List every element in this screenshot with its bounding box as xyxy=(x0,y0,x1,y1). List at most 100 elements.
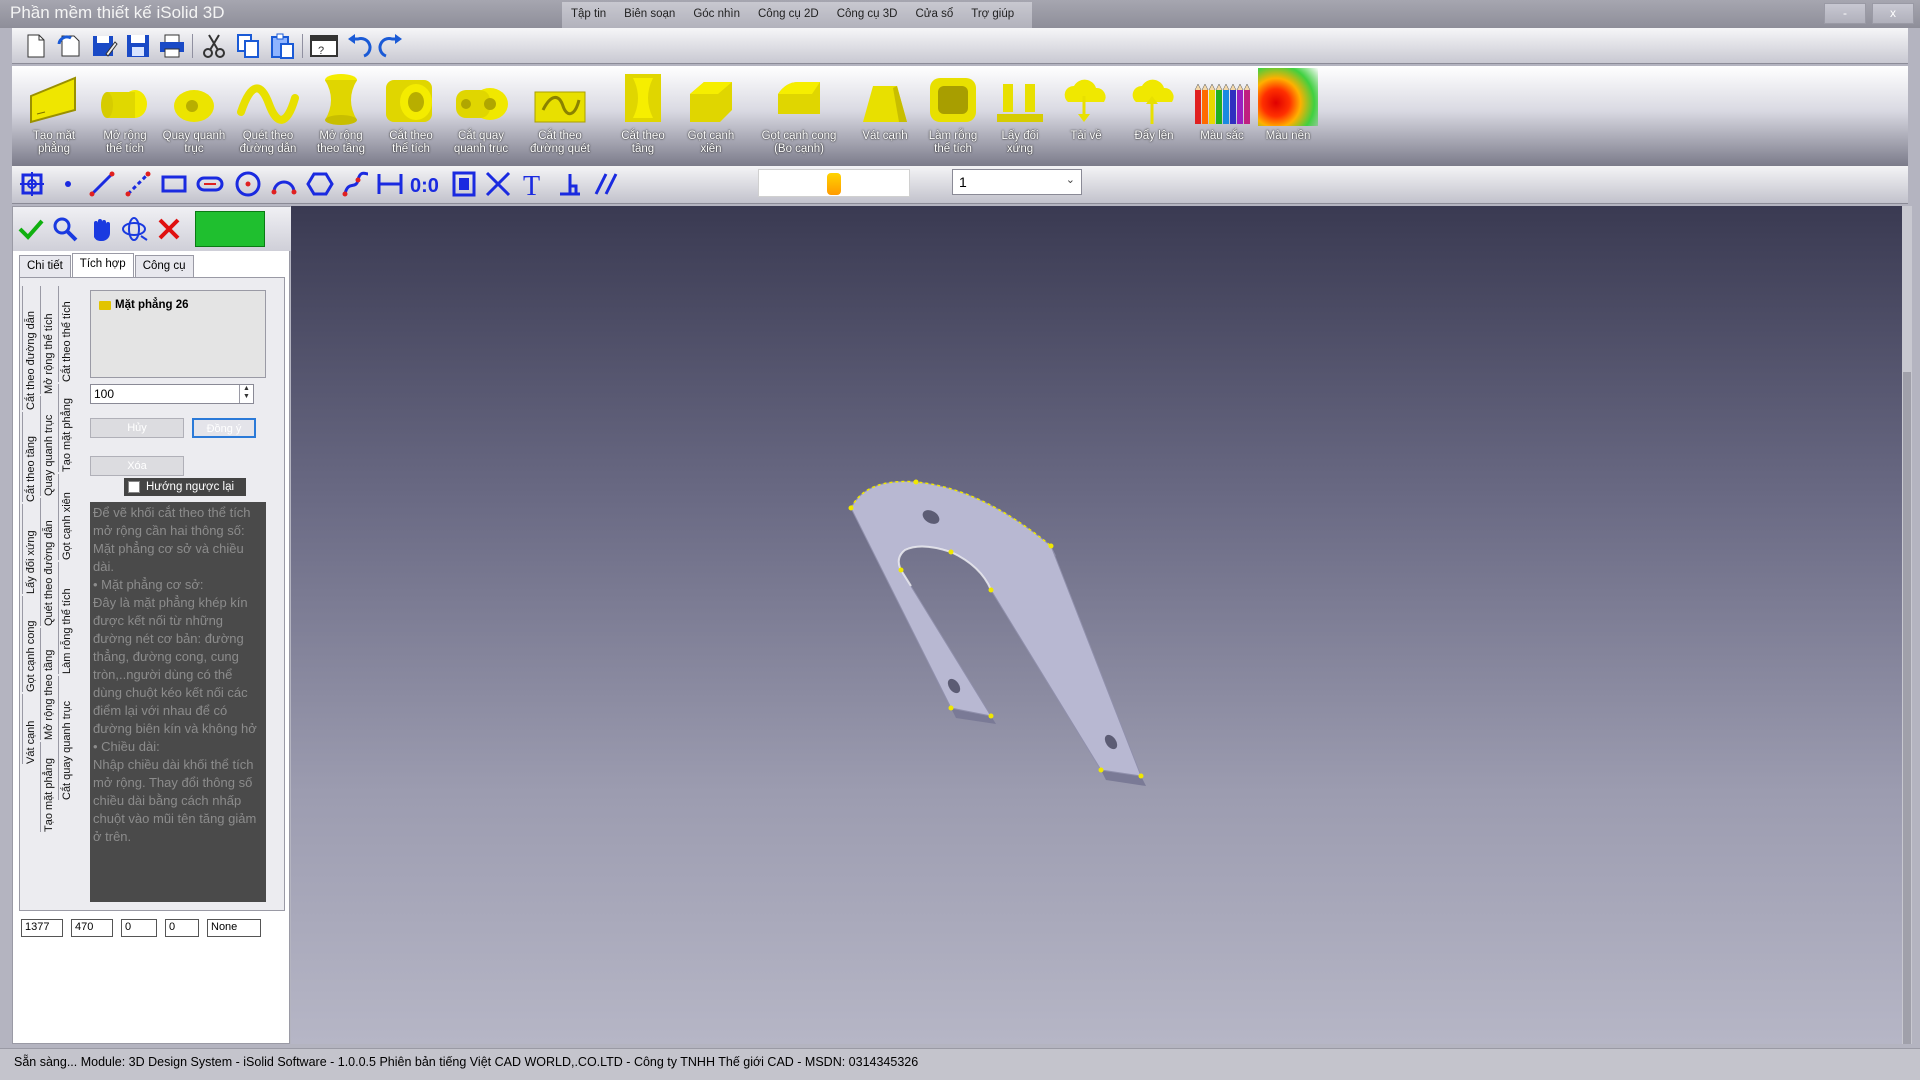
vtab-loft-cut[interactable]: Cắt theo tầng xyxy=(22,412,39,502)
vtab-extrude-cut[interactable]: Cắt theo thể tích xyxy=(58,286,75,382)
vtab-shell[interactable]: Làm rỗng thể tích xyxy=(58,562,75,674)
menu-view[interactable]: Góc nhìn xyxy=(684,2,749,28)
paste-icon[interactable] xyxy=(266,30,298,62)
extrude-cut-button[interactable]: Cắt theo thể tích xyxy=(378,68,444,156)
mirror-button[interactable]: Lấy đối xứng xyxy=(988,68,1052,156)
trim-icon[interactable] xyxy=(484,170,512,198)
vtab-sweep-cut[interactable]: Cắt theo đường dẫn xyxy=(22,286,39,410)
vtab-fillet[interactable]: Gọt cạnh cong xyxy=(22,596,39,692)
shell-button[interactable]: Làm rỗng thể tích xyxy=(920,68,986,156)
undo-icon[interactable] xyxy=(342,30,374,62)
fillet-button[interactable]: Gọt cạnh cong (Bo cạnh) xyxy=(752,68,846,156)
rotate-view-icon[interactable] xyxy=(121,215,149,243)
viewport-scrollbar[interactable] xyxy=(1902,206,1912,1044)
vtab-create-plane-2[interactable]: Tạo mặt phẳng xyxy=(58,384,75,472)
help-window-icon[interactable]: ? xyxy=(308,30,340,62)
menu-edit[interactable]: Biên soạn xyxy=(615,2,684,28)
save-icon[interactable] xyxy=(122,30,154,62)
polygon-icon[interactable] xyxy=(306,170,334,198)
chamfer-icon xyxy=(690,82,732,122)
vtab-mirror[interactable]: Lấy đối xứng xyxy=(22,504,39,594)
coord-z-field[interactable]: 0 xyxy=(121,919,157,937)
open-file-icon[interactable] xyxy=(54,30,86,62)
tab-integrated[interactable]: Tích hợp xyxy=(71,253,134,277)
vtab-extrude[interactable]: Mở rộng thể tích xyxy=(40,286,57,394)
pan-hand-icon[interactable] xyxy=(87,215,115,243)
upload-button[interactable]: Đẩy lên xyxy=(1124,68,1184,143)
minimize-button[interactable]: - xyxy=(1824,3,1866,24)
revolve-button[interactable]: Quay quanh trục xyxy=(158,68,230,156)
coord-w-field[interactable]: 0 xyxy=(165,919,199,937)
active-color-swatch[interactable] xyxy=(195,211,265,247)
layer-select[interactable]: 1 ⌄ xyxy=(952,169,1082,195)
loft-button[interactable]: Mở rộng theo tầng xyxy=(306,68,376,156)
app-window: Phần mềm thiết kế iSolid 3D Tập tin Biên… xyxy=(0,0,1920,1080)
offset-icon[interactable]: 0:0 xyxy=(410,170,438,198)
circle-icon[interactable] xyxy=(234,170,262,198)
vtab-revolve[interactable]: Quay quanh trục xyxy=(40,396,57,496)
new-file-icon[interactable] xyxy=(20,30,52,62)
loft-cut-button[interactable]: Cắt theo tầng xyxy=(612,68,674,156)
vtab-draft[interactable]: Vát cạnh xyxy=(22,694,39,764)
delete-x-icon[interactable] xyxy=(155,215,183,243)
confirm-check-icon[interactable] xyxy=(17,215,45,243)
menu-help[interactable]: Trợ giúp xyxy=(962,2,1023,28)
text-icon[interactable]: T xyxy=(520,170,548,198)
selection-field[interactable]: None xyxy=(207,919,261,937)
reverse-direction-checkbox[interactable]: Hướng ngược lại xyxy=(124,478,246,496)
cancel-button[interactable]: Hủy xyxy=(90,418,184,438)
construction-line-icon[interactable] xyxy=(124,170,152,198)
color-button[interactable]: Màu sắc xyxy=(1192,68,1252,143)
slot-icon[interactable] xyxy=(196,170,224,198)
tab-details[interactable]: Chi tiết xyxy=(19,255,71,277)
coord-x-field[interactable]: 1377 xyxy=(21,919,63,937)
tree-item-plane[interactable]: Mặt phẳng 26 xyxy=(99,299,188,311)
tab-tools[interactable]: Công cụ xyxy=(134,255,194,277)
menu-tools-3d[interactable]: Công cụ 3D xyxy=(828,2,907,28)
close-button[interactable]: x xyxy=(1872,3,1914,24)
extrude-button[interactable]: Mở rộng thể tích xyxy=(94,68,156,156)
select-grid-icon[interactable] xyxy=(18,170,46,198)
vtab-create-plane[interactable]: Tạo mặt phẳng xyxy=(40,742,57,832)
sweep-cut-button[interactable]: Cắt theo đường quét xyxy=(520,68,600,156)
coord-y-field[interactable]: 470 xyxy=(71,919,113,937)
vtab-sweep[interactable]: Quét theo đường dẫn xyxy=(40,498,57,626)
scrollbar-thumb[interactable] xyxy=(1903,372,1911,1044)
menu-file[interactable]: Tập tin xyxy=(562,2,615,28)
cut-icon[interactable] xyxy=(198,30,230,62)
parallel-icon[interactable] xyxy=(592,170,620,198)
menu-tools-2d[interactable]: Công cụ 2D xyxy=(749,2,828,28)
length-spinbox[interactable]: 100 ▲ ▼ xyxy=(90,384,254,404)
revolve-cut-button[interactable]: Cắt quay quanh trục xyxy=(446,68,516,156)
plane-tree[interactable]: Mặt phẳng 26 xyxy=(90,290,266,378)
draft-button[interactable]: Vát cạnh xyxy=(852,68,918,143)
line-color-picker[interactable] xyxy=(758,169,910,197)
sweep-button[interactable]: Quét theo đường dẫn xyxy=(232,68,304,156)
point-icon[interactable] xyxy=(54,170,82,198)
vtab-revolve-cut[interactable]: Cắt quay quanh trục xyxy=(58,676,75,800)
ok-button[interactable]: Đồng ý xyxy=(192,418,256,438)
spin-arrows-icon[interactable]: ▲ ▼ xyxy=(239,385,253,403)
vtab-chamfer[interactable]: Gọt cạnh xiên xyxy=(58,474,75,560)
delete-button[interactable]: Xóa xyxy=(90,456,184,476)
background-color-button[interactable]: Màu nền xyxy=(1256,68,1320,143)
rectangle-icon[interactable] xyxy=(160,170,188,198)
save-as-icon[interactable] xyxy=(88,30,120,62)
frame-icon[interactable] xyxy=(450,170,478,198)
print-icon[interactable] xyxy=(156,30,188,62)
create-plane-button[interactable]: Tạo mặt phẳng xyxy=(18,68,90,156)
3d-viewport[interactable] xyxy=(291,206,1902,1044)
line-icon[interactable] xyxy=(88,170,116,198)
zoom-icon[interactable] xyxy=(51,215,79,243)
spline-icon[interactable] xyxy=(342,170,370,198)
menu-window[interactable]: Cửa sổ xyxy=(906,2,962,28)
vtab-loft[interactable]: Mở rộng theo tầng xyxy=(40,628,57,740)
arc-icon[interactable] xyxy=(270,170,298,198)
chamfer-button[interactable]: Gọt cạnh xiên xyxy=(676,68,746,156)
download-button[interactable]: Tải về xyxy=(1056,68,1116,143)
copy-icon[interactable] xyxy=(232,30,264,62)
redo-icon[interactable] xyxy=(376,30,408,62)
u-bracket-part[interactable] xyxy=(848,479,1147,787)
perpendicular-icon[interactable] xyxy=(556,170,584,198)
dimension-icon[interactable] xyxy=(376,170,404,198)
